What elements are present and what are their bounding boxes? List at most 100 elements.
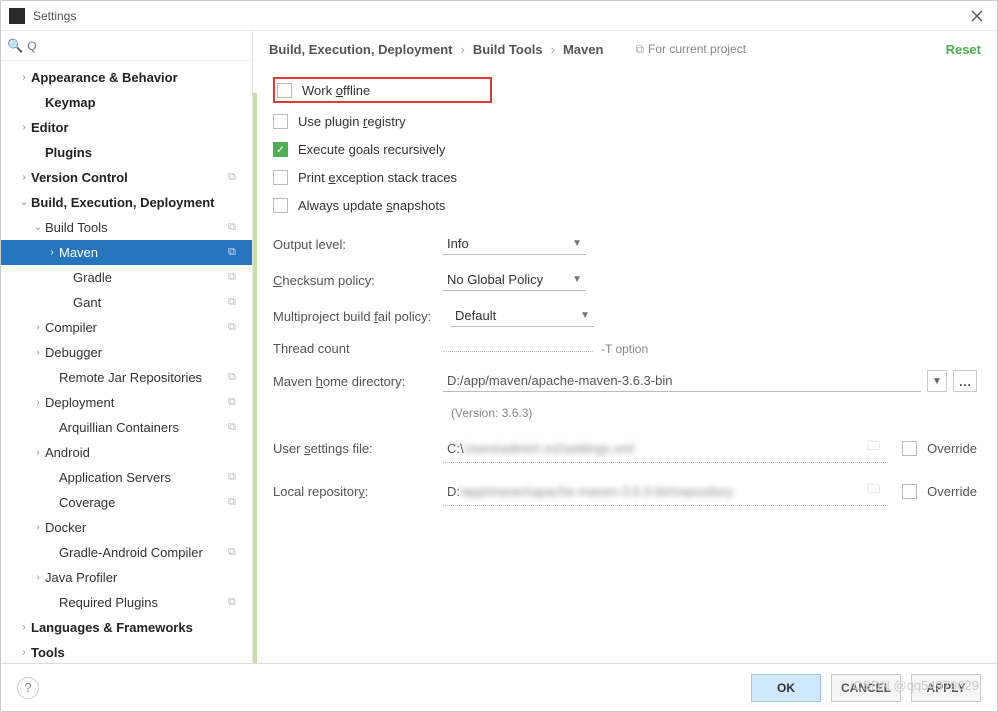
tree-item[interactable]: Coverage⧉ xyxy=(1,490,252,515)
button-bar: ? OK CANCEL APPLY xyxy=(1,663,997,711)
sidebar: 🔍 ›Appearance & BehaviorKeymap›EditorPlu… xyxy=(1,31,253,663)
tree-item-label: Gradle-Android Compiler xyxy=(59,545,228,560)
copy-icon: ⧉ xyxy=(228,271,246,284)
output-level-select[interactable]: Info ▼ xyxy=(443,233,586,255)
tree-item-label: Build Tools xyxy=(45,220,228,235)
tree-item-label: Build, Execution, Deployment xyxy=(31,195,252,210)
user-settings-input[interactable]: C:\ Users\admin\.m2\settings.xml 🗀 xyxy=(443,434,888,463)
multiproject-label: Multiproject build fail policy: xyxy=(273,309,451,324)
work-offline-checkbox[interactable] xyxy=(277,83,292,98)
copy-icon: ⧉ xyxy=(228,496,246,509)
maven-home-browse-button[interactable]: … xyxy=(953,370,977,392)
thread-count-input[interactable] xyxy=(443,345,593,352)
app-logo-icon xyxy=(9,8,25,24)
tree-item[interactable]: ›Android xyxy=(1,440,252,465)
search-bar[interactable]: 🔍 xyxy=(1,31,252,61)
breadcrumb[interactable]: Maven xyxy=(563,42,603,57)
tree-item-label: Arquillian Containers xyxy=(59,420,228,435)
tree-item[interactable]: Remote Jar Repositories⧉ xyxy=(1,365,252,390)
copy-icon: ⧉ xyxy=(228,296,246,309)
tree-item[interactable]: ›Debugger xyxy=(1,340,252,365)
tree-item[interactable]: Keymap xyxy=(1,90,252,115)
tree-item[interactable]: Required Plugins⧉ xyxy=(1,590,252,615)
plugin-registry-checkbox[interactable] xyxy=(273,114,288,129)
tree-item[interactable]: ›Appearance & Behavior xyxy=(1,65,252,90)
breadcrumb[interactable]: Build Tools xyxy=(473,42,543,57)
tree-item-label: Android xyxy=(45,445,252,460)
checksum-select[interactable]: No Global Policy ▼ xyxy=(443,269,586,291)
tree-item[interactable]: Gant⧉ xyxy=(1,290,252,315)
tree-item[interactable]: ›Version Control⧉ xyxy=(1,165,252,190)
chevron-right-icon: › xyxy=(17,122,31,133)
folder-icon[interactable]: 🗀 xyxy=(867,480,880,502)
chevron-right-icon: › xyxy=(17,172,31,183)
dialog-body: 🔍 ›Appearance & BehaviorKeymap›EditorPlu… xyxy=(1,31,997,663)
work-offline-label: Work offline xyxy=(302,83,370,98)
chevron-right-icon: › xyxy=(460,42,464,57)
tree-item[interactable]: Application Servers⧉ xyxy=(1,465,252,490)
close-button[interactable] xyxy=(965,4,989,28)
chevron-right-icon: › xyxy=(45,247,59,258)
execute-recursive-checkbox[interactable]: ✓ xyxy=(273,142,288,157)
tree-item-label: Application Servers xyxy=(59,470,228,485)
tree-item-label: Version Control xyxy=(31,170,228,185)
tree-item[interactable]: Plugins xyxy=(1,140,252,165)
tree-item[interactable]: ›Maven⧉ xyxy=(1,240,252,265)
maven-version-label: (Version: 3.6.3) xyxy=(451,406,977,420)
print-exception-checkbox[interactable] xyxy=(273,170,288,185)
ok-button[interactable]: OK xyxy=(751,674,821,702)
tree-item-label: Compiler xyxy=(45,320,228,335)
local-repo-value: D: xyxy=(447,484,460,499)
tree-item[interactable]: Gradle-Android Compiler⧉ xyxy=(1,540,252,565)
titlebar: Settings xyxy=(1,1,997,31)
tree-item[interactable]: ›Java Profiler xyxy=(1,565,252,590)
user-settings-override[interactable]: Override xyxy=(902,441,977,456)
tree-item[interactable]: Arquillian Containers⧉ xyxy=(1,415,252,440)
local-repo-input[interactable]: D: \app\maven\apache-maven-3.6.3-bin\rep… xyxy=(443,477,888,506)
tree-item-label: Appearance & Behavior xyxy=(31,70,252,85)
chevron-right-icon: › xyxy=(17,72,31,83)
tree-item-label: Tools xyxy=(31,645,252,660)
tree-item[interactable]: ⌄Build, Execution, Deployment xyxy=(1,190,252,215)
override-label: Override xyxy=(927,441,977,456)
tree-item[interactable]: ›Docker xyxy=(1,515,252,540)
project-scope-label: For current project xyxy=(648,42,746,56)
chevron-right-icon: › xyxy=(31,397,45,408)
chevron-right-icon: › xyxy=(31,347,45,358)
copy-icon: ⧉ xyxy=(228,371,246,384)
tree-item-label: Docker xyxy=(45,520,252,535)
tree-item[interactable]: Gradle⧉ xyxy=(1,265,252,290)
override-checkbox[interactable] xyxy=(902,484,917,499)
folder-icon[interactable]: 🗀 xyxy=(867,437,880,459)
override-checkbox[interactable] xyxy=(902,441,917,456)
always-update-checkbox[interactable] xyxy=(273,198,288,213)
tree-item-label: Plugins xyxy=(45,145,252,160)
help-button[interactable]: ? xyxy=(17,677,39,699)
highlight-box: Work offline xyxy=(273,77,492,103)
multiproject-select[interactable]: Default ▼ xyxy=(451,305,594,327)
tree-item-label: Remote Jar Repositories xyxy=(59,370,228,385)
multiproject-value: Default xyxy=(455,308,496,323)
tree-item[interactable]: ›Tools xyxy=(1,640,252,663)
project-scope-badge: ⧉ For current project xyxy=(635,42,746,57)
user-settings-label: User settings file: xyxy=(273,441,443,456)
search-input[interactable] xyxy=(27,39,246,53)
tree-item-label: Debugger xyxy=(45,345,252,360)
tree-item[interactable]: ›Languages & Frameworks xyxy=(1,615,252,640)
maven-home-input[interactable]: D:/app/maven/apache-maven-3.6.3-bin xyxy=(443,370,921,392)
apply-button[interactable]: APPLY xyxy=(911,674,981,702)
reset-link[interactable]: Reset xyxy=(946,42,981,57)
chevron-right-icon: › xyxy=(31,447,45,458)
local-repo-override[interactable]: Override xyxy=(902,484,977,499)
tree-item[interactable]: ›Compiler⧉ xyxy=(1,315,252,340)
tree-item[interactable]: ⌄Build Tools⧉ xyxy=(1,215,252,240)
cancel-button[interactable]: CANCEL xyxy=(831,674,901,702)
tree-item-label: Keymap xyxy=(45,95,252,110)
chevron-down-icon: ⌄ xyxy=(31,222,45,233)
maven-home-dropdown[interactable]: ▼ xyxy=(927,370,947,392)
search-icon: 🔍 xyxy=(7,38,23,54)
tree-item[interactable]: ›Deployment⧉ xyxy=(1,390,252,415)
execute-recursive-label: Execute goals recursively xyxy=(298,142,445,157)
breadcrumb[interactable]: Build, Execution, Deployment xyxy=(269,42,452,57)
tree-item[interactable]: ›Editor xyxy=(1,115,252,140)
